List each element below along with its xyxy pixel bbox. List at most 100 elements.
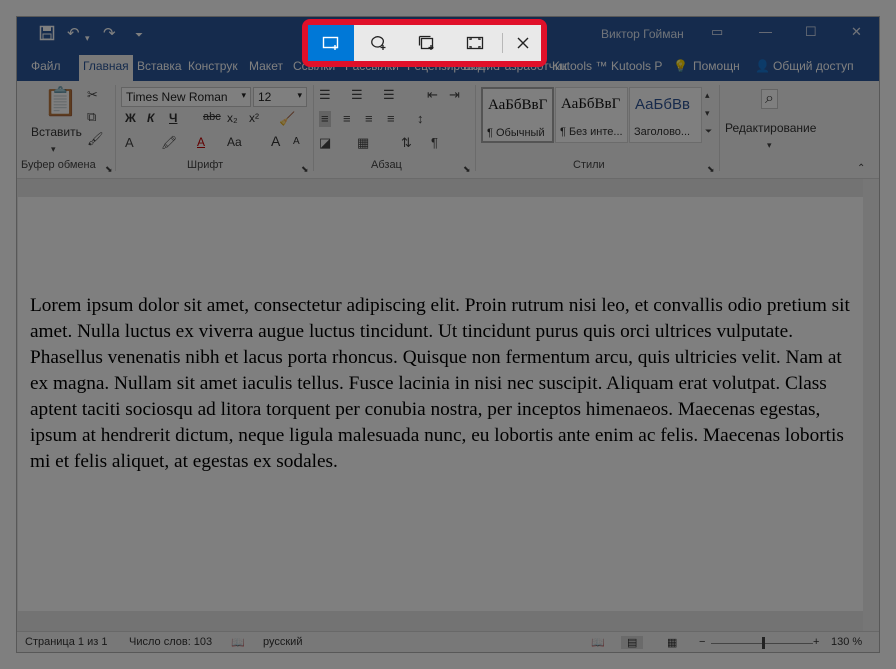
search-icon[interactable]: ⌕ [761,89,778,109]
grow-font-button[interactable]: A [271,133,280,149]
shading-icon[interactable]: ◪ [319,135,331,151]
undo-icon[interactable]: ↶ [67,25,80,43]
styles-launcher-icon[interactable]: ⬊ [707,161,715,177]
separator [115,85,116,171]
fullscreen-snip-button[interactable] [452,25,498,61]
ribbon-display-icon[interactable]: ▭ [711,24,723,40]
freeform-snip-button[interactable] [356,25,402,61]
increase-indent-icon[interactable]: ⇥ [449,87,460,103]
zoom-slider-thumb[interactable] [762,637,765,649]
clipboard-group-label: Буфер обмена [21,159,96,171]
separator [475,85,476,171]
align-right-icon[interactable]: ≡ [365,111,373,127]
cut-icon[interactable]: ✂ [87,87,98,103]
close-snip-button[interactable] [504,25,541,61]
print-layout-icon[interactable]: ▤ [621,636,644,649]
document-page[interactable]: Lorem ipsum dolor sit amet, consectetur … [18,197,864,611]
tab-help[interactable]: Помощн [693,59,740,73]
align-left-icon[interactable]: ≡ [319,111,331,127]
minimize-icon[interactable]: — [759,24,772,39]
tab-home[interactable]: Главная [79,55,133,81]
word-count[interactable]: Число слов: 103 [129,636,212,648]
font-name-combo[interactable]: Times New Roman ▾ [121,87,251,107]
highlight-icon[interactable]: 🖍 [161,135,178,151]
paste-icon[interactable]: 📋 [43,87,78,117]
style-heading[interactable]: АаБбВв Заголово... [629,87,702,143]
font-color-button[interactable]: A [197,135,205,149]
decrease-indent-icon[interactable]: ⇤ [427,87,438,103]
vertical-scrollbar[interactable] [863,179,879,631]
superscript-button[interactable]: x² [249,111,259,125]
paragraph-launcher-icon[interactable]: ⬊ [463,161,471,177]
zoom-level[interactable]: 130 % [831,636,862,648]
customize-icon[interactable]: ⏷ [135,27,143,45]
tab-layout[interactable]: Макет [249,59,283,73]
strikethrough-button[interactable]: abc [203,111,221,123]
collapse-ribbon-icon[interactable]: ⌃ [857,161,865,177]
window-snip-button[interactable] [404,25,450,61]
zoom-out-button[interactable]: − [699,636,705,648]
paste-button[interactable]: Вставить [31,125,82,139]
style-no-spacing[interactable]: АаБбВвГ ¶ Без инте... [555,87,628,143]
tab-kutools[interactable]: Kutools ™ [552,59,607,73]
read-mode-icon[interactable]: 📖 [591,636,605,649]
font-launcher-icon[interactable]: ⬊ [301,161,309,177]
maximize-icon[interactable]: ☐ [805,24,817,40]
paragraph-group-label: Абзац [371,159,402,171]
undo-dropdown-icon[interactable]: ▾ [85,29,90,47]
tab-insert[interactable]: Вставка [137,59,182,73]
page-count[interactable]: Страница 1 из 1 [25,636,107,648]
clipboard-launcher-icon[interactable]: ⬊ [105,161,113,177]
chevron-down-icon[interactable]: ▾ [297,90,302,101]
bold-button[interactable]: Ж [125,111,136,125]
user-name[interactable]: Виктор Гойман [601,27,684,41]
sort-icon[interactable]: ⇅ [401,135,412,151]
zoom-in-button[interactable]: + [813,636,819,648]
italic-button[interactable]: К [147,111,154,125]
tab-design[interactable]: Конструк [188,59,238,73]
underline-button[interactable]: Ч [169,111,177,125]
styles-down-icon[interactable]: ▾ [705,105,710,121]
format-painter-icon[interactable]: 🖌 [87,131,104,147]
style-normal[interactable]: АаБбВвГ ¶ Обычный [481,87,554,143]
close-window-icon[interactable]: ✕ [851,24,862,40]
line-spacing-icon[interactable]: ↕ [417,111,424,127]
justify-icon[interactable]: ≡ [387,111,395,127]
numbering-icon[interactable]: ☰ [351,87,363,103]
bullets-icon[interactable]: ☰ [319,87,331,103]
clear-formatting-icon[interactable]: 🧹 [279,111,295,127]
separator [313,85,314,171]
window-snip-icon [418,35,434,50]
copy-icon[interactable]: ⧉ [87,109,96,125]
proofing-icon[interactable]: 📖 [231,636,245,649]
share-button[interactable]: Общий доступ [773,59,854,73]
borders-icon[interactable]: ▦ [357,135,369,151]
tab-file[interactable]: Файл [31,59,61,73]
styles-more-icon[interactable]: ⏷ [705,123,712,139]
multilevel-list-icon[interactable]: ☰ [383,87,395,103]
snip-separator [502,33,503,53]
paste-dropdown-icon[interactable]: ▾ [51,141,56,157]
web-layout-icon[interactable]: ▦ [667,636,677,649]
styles-up-icon[interactable]: ▴ [705,87,710,103]
text-effects-icon[interactable]: A [125,135,134,151]
tab-kutools-plus[interactable]: Kutools P [611,59,662,73]
subscript-button[interactable]: x₂ [227,111,238,125]
document-text[interactable]: Lorem ipsum dolor sit amet, consectetur … [30,293,852,475]
save-icon[interactable] [39,25,55,46]
editing-button[interactable]: Редактирование [725,121,816,135]
chevron-down-icon[interactable]: ▾ [241,90,246,101]
editing-dropdown-icon[interactable]: ▾ [767,137,772,153]
shrink-font-button[interactable]: A [293,136,300,147]
rectangular-snip-button[interactable] [308,25,354,61]
font-size-combo[interactable]: 12 ▾ [253,87,307,107]
language[interactable]: русский [263,636,302,648]
word-window: ↶ ▾ ↷ ⏷ Виктор Гойман ▭ — ☐ ✕ Файл Главн… [16,16,880,653]
separator [719,85,720,171]
show-marks-icon[interactable]: ¶ [431,135,438,151]
change-case-button[interactable]: Aa [227,135,242,149]
redo-icon[interactable]: ↷ [103,25,116,43]
snip-toolbar-inner [308,25,541,61]
align-center-icon[interactable]: ≡ [343,111,351,127]
snip-toolbar [302,19,547,67]
